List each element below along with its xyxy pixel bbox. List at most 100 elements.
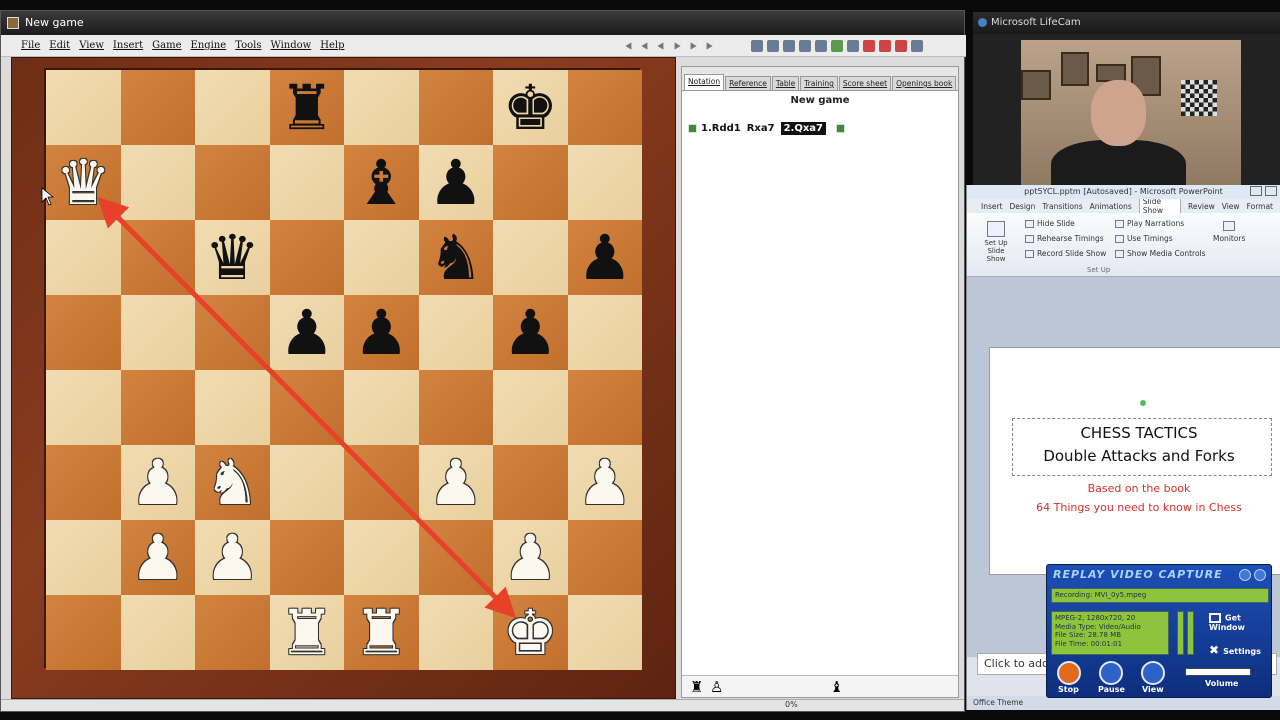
hide-slide-button[interactable]: Hide Slide [1025, 219, 1075, 228]
square-a2[interactable] [46, 520, 121, 595]
square-c4[interactable] [195, 370, 270, 445]
analysis-icon[interactable] [847, 40, 859, 52]
recording-filename[interactable]: Recording: MVI_0y5.mpeg [1051, 588, 1269, 603]
volume-slider[interactable] [1185, 668, 1251, 676]
square-d5[interactable]: ♟ [269, 295, 344, 370]
close-icon[interactable] [1254, 569, 1266, 581]
white-pawn-icon[interactable]: ♟ [130, 526, 186, 589]
move-1-black[interactable]: Rxa7 [747, 123, 775, 134]
black-knight-icon[interactable]: ♞ [428, 226, 484, 289]
square-a8[interactable] [46, 70, 121, 145]
redo-icon[interactable] [783, 40, 795, 52]
square-d4[interactable] [269, 370, 344, 445]
menu-help[interactable]: Help [320, 40, 344, 51]
forward-variation-icon[interactable] [706, 42, 713, 50]
ribbon-tab-animations[interactable]: Animations [1090, 202, 1132, 211]
ribbon-tab-view[interactable]: View [1222, 202, 1240, 211]
show-media-controls-checkbox[interactable]: Show Media Controls [1115, 249, 1206, 258]
black-queen-icon[interactable]: ♛ [204, 226, 260, 289]
square-b3[interactable]: ♟ [120, 445, 195, 520]
white-rook-icon[interactable]: ♜ [279, 601, 335, 664]
tab-notation[interactable]: Notation [684, 74, 725, 90]
square-f1[interactable] [418, 595, 493, 670]
square-e5[interactable]: ♟ [344, 295, 419, 370]
square-d3[interactable] [269, 445, 344, 520]
white-pawn-icon[interactable]: ♟ [577, 451, 633, 514]
square-h1[interactable] [567, 595, 642, 670]
ribbon-tab-design[interactable]: Design [1010, 202, 1036, 211]
square-a3[interactable] [46, 445, 121, 520]
square-e2[interactable] [344, 520, 419, 595]
square-f8[interactable] [418, 70, 493, 145]
square-d6[interactable] [269, 220, 344, 295]
square-g8[interactable]: ♚ [493, 70, 568, 145]
square-b5[interactable] [120, 295, 195, 370]
view-button[interactable] [1141, 661, 1165, 685]
setup-slideshow-button[interactable]: Set Up Slide Show [977, 221, 1015, 263]
black-rook-icon[interactable]: ♜ [279, 76, 335, 139]
white-pawn-icon[interactable]: ♟ [502, 526, 558, 589]
square-c6[interactable]: ♛ [195, 220, 270, 295]
square-f4[interactable] [418, 370, 493, 445]
square-b2[interactable]: ♟ [120, 520, 195, 595]
ribbon-tab-format[interactable]: Format [1247, 202, 1273, 211]
square-d1[interactable]: ♜ [269, 595, 344, 670]
square-e4[interactable] [344, 370, 419, 445]
flag-icon[interactable] [895, 40, 907, 52]
menu-insert[interactable]: Insert [113, 40, 143, 51]
tab-reference[interactable]: Reference [725, 76, 771, 90]
last-move-icon[interactable] [690, 42, 697, 50]
move-1-white[interactable]: 1.Rdd1 [701, 123, 741, 134]
square-c7[interactable] [195, 145, 270, 220]
pause-button[interactable] [1099, 661, 1123, 685]
square-a1[interactable] [46, 595, 121, 670]
copy-icon[interactable] [815, 40, 827, 52]
play-narrations-checkbox[interactable]: Play Narrations [1115, 219, 1184, 228]
square-f6[interactable]: ♞ [418, 220, 493, 295]
white-king-icon[interactable]: ♚ [502, 601, 558, 664]
add-icon[interactable] [911, 40, 923, 52]
square-g2[interactable]: ♟ [493, 520, 568, 595]
minimize-button[interactable] [1250, 186, 1262, 196]
ribbon-tab-insert[interactable]: Insert [981, 202, 1003, 211]
square-a6[interactable] [46, 220, 121, 295]
rehearse-timings-button[interactable]: Rehearse Timings [1025, 234, 1104, 243]
square-g5[interactable]: ♟ [493, 295, 568, 370]
square-b1[interactable] [120, 595, 195, 670]
tab-training[interactable]: Training [800, 76, 838, 90]
square-d2[interactable] [269, 520, 344, 595]
black-king-icon[interactable]: ♚ [502, 76, 558, 139]
square-h8[interactable] [567, 70, 642, 145]
square-d8[interactable]: ♜ [269, 70, 344, 145]
back-variation-icon[interactable] [657, 42, 664, 50]
square-h7[interactable] [567, 145, 642, 220]
square-g6[interactable] [493, 220, 568, 295]
get-window-button[interactable]: Get Window [1209, 613, 1271, 632]
white-pawn-icon[interactable]: ♟ [130, 451, 186, 514]
square-c3[interactable]: ♞ [195, 445, 270, 520]
ribbon-tab-transitions[interactable]: Transitions [1042, 202, 1082, 211]
minimize-icon[interactable] [1239, 569, 1251, 581]
record-slideshow-button[interactable]: Record Slide Show [1025, 249, 1106, 258]
square-d7[interactable] [269, 145, 344, 220]
square-h6[interactable]: ♟ [567, 220, 642, 295]
menu-window[interactable]: Window [271, 40, 312, 51]
square-b8[interactable] [120, 70, 195, 145]
square-e6[interactable] [344, 220, 419, 295]
square-e1[interactable]: ♜ [344, 595, 419, 670]
undo-icon[interactable] [767, 40, 779, 52]
square-h5[interactable] [567, 295, 642, 370]
chess-board[interactable]: ♜ ♚ ♛ ♝ ♟ ♛ ♞ ♟ ♟ ♟ ♟ ♟ ♞ ♟ ♟ ♟ ♟ ♟ ♜ ♜ ♚ [44, 68, 642, 670]
menu-tools[interactable]: Tools [235, 40, 261, 51]
white-pawn-icon[interactable]: ♟ [204, 526, 260, 589]
settings-button[interactable]: ✖ Settings [1209, 643, 1261, 657]
stop-button[interactable] [1057, 661, 1081, 685]
black-pawn-icon[interactable]: ♟ [502, 301, 558, 364]
white-rook-icon[interactable]: ♜ [353, 601, 409, 664]
ribbon-tab-review[interactable]: Review [1188, 202, 1215, 211]
square-f2[interactable] [418, 520, 493, 595]
white-pawn-icon[interactable]: ♟ [428, 451, 484, 514]
tab-openings-book[interactable]: Openings book [892, 76, 957, 90]
square-a7[interactable]: ♛ [46, 145, 121, 220]
square-f5[interactable] [418, 295, 493, 370]
